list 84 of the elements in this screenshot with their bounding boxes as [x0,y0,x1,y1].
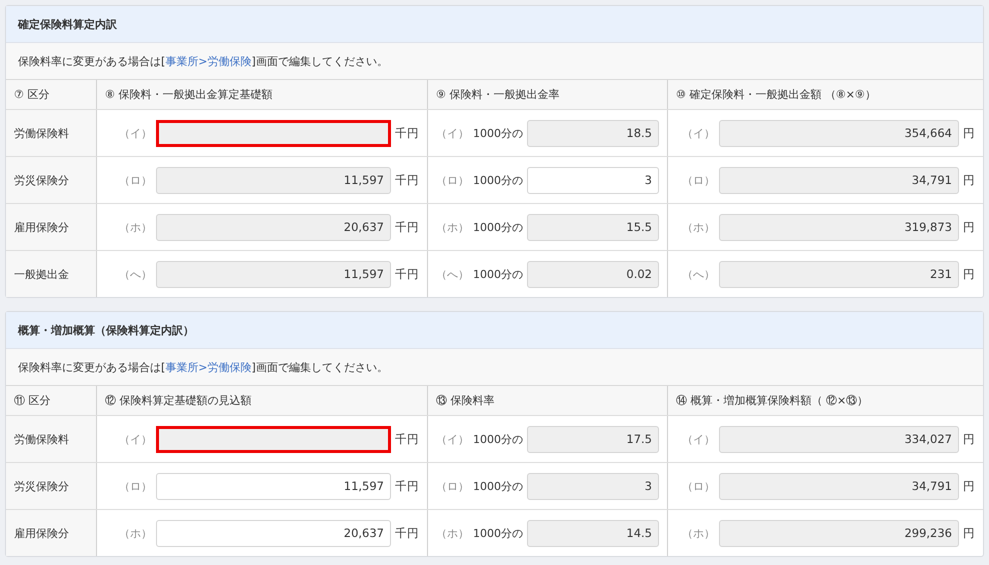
item-marker: （ホ） [436,220,469,234]
section-title: 確定保険料算定内訳 [18,16,117,32]
unit-label: 千円 [395,172,419,188]
unit-label: 円 [963,432,975,446]
item-marker: （ホ） [682,526,715,540]
input-field[interactable]: 17.5 [527,426,659,452]
unit-label: 円 [963,266,975,282]
row-label: 労災保険分 [14,478,69,494]
rate-label: 1000分の [473,172,523,188]
item-marker: （ロ） [436,478,469,494]
rate-label: 1000分の [473,478,523,494]
column-header: ⑭ 概算・増加概算保険料額（ ⑫×⑬） [676,393,868,408]
unit-label: 千円 [395,266,419,282]
row-label: 労災保険分 [14,172,69,188]
column-header: ⑩ 確定保険料・一般拠出金額 （⑧×⑨） [676,87,876,102]
input-field[interactable] [156,426,391,452]
unit-label: 千円 [395,126,419,140]
item-marker: （ホ） [119,526,152,540]
rate-label: 1000分の [473,526,523,540]
row-label: 一般拠出金 [14,266,69,282]
unit-label: 円 [963,126,975,140]
item-marker: （ホ） [119,220,152,234]
input-field[interactable]: 11,597 [156,166,391,194]
item-marker: （ホ） [436,526,469,540]
unit-label: 円 [963,526,975,540]
rate-label: 1000分の [473,432,523,446]
unit-label: 千円 [395,526,419,540]
row-label: 労働保険料 [14,432,69,446]
unit-label: 円 [963,220,975,234]
column-header: ⑪ 区分 [14,393,50,408]
input-field[interactable] [156,120,391,146]
item-marker: （ホ） [682,220,715,234]
item-marker: （イ） [436,126,469,140]
input-field[interactable]: 20,637 [156,520,391,546]
item-marker: （ロ） [119,478,152,494]
row-label: 労働保険料 [14,126,69,140]
rate-label: 1000分の [473,126,523,140]
settings-link[interactable]: 事業所>労働保険 [165,360,252,374]
input-field[interactable]: 299,236 [719,520,959,546]
notice-text: 保険料率に変更がある場合は[事業所>労働保険]画面で編集してください。 [18,54,388,68]
input-field[interactable]: 15.5 [527,214,659,240]
item-marker: （イ） [119,126,152,140]
input-field[interactable]: 354,664 [719,120,959,146]
input-field[interactable]: 3 [527,472,659,500]
unit-label: 千円 [395,220,419,234]
input-field[interactable]: 0.02 [527,260,659,288]
input-field[interactable]: 34,791 [719,166,959,194]
item-marker: （へ） [682,266,715,282]
item-marker: （へ） [436,266,469,282]
input-field[interactable]: 20,637 [156,214,391,240]
rate-label: 1000分の [473,220,523,234]
input-field[interactable]: 34,791 [719,472,959,500]
item-marker: （イ） [119,432,152,446]
input-field[interactable]: 3 [527,166,659,194]
notice-text: 保険料率に変更がある場合は[事業所>労働保険]画面で編集してください。 [18,360,388,374]
input-field[interactable]: 11,597 [156,472,391,500]
input-field[interactable]: 334,027 [719,426,959,452]
item-marker: （ロ） [436,172,469,188]
item-marker: （イ） [436,432,469,446]
item-marker: （ロ） [682,478,715,494]
input-field[interactable]: 319,873 [719,214,959,240]
unit-label: 千円 [395,432,419,446]
section-title: 概算・増加概算（保険料算定内訳） [18,322,194,338]
column-header: ⑨ 保険料・一般拠出金率 [436,87,560,102]
unit-label: 円 [963,478,975,494]
column-header: ⑧ 保険料・一般拠出金算定基礎額 [105,87,272,102]
unit-label: 円 [963,172,975,188]
item-marker: （ロ） [119,172,152,188]
settings-link[interactable]: 事業所>労働保険 [165,54,252,68]
row-label: 雇用保険分 [14,526,69,540]
input-field[interactable]: 11,597 [156,260,391,288]
input-field[interactable]: 14.5 [527,520,659,546]
column-header: ⑫ 保険料算定基礎額の見込額 [105,393,252,408]
item-marker: （イ） [682,432,715,446]
row-label: 雇用保険分 [14,220,69,234]
input-field[interactable]: 231 [719,260,959,288]
rate-label: 1000分の [473,266,523,282]
column-header: ⑬ 保険料率 [436,393,494,408]
item-marker: （イ） [682,126,715,140]
item-marker: （ロ） [682,172,715,188]
column-header: ⑦ 区分 [14,87,50,102]
input-field[interactable]: 18.5 [527,120,659,146]
item-marker: （へ） [119,266,152,282]
unit-label: 千円 [395,478,419,494]
